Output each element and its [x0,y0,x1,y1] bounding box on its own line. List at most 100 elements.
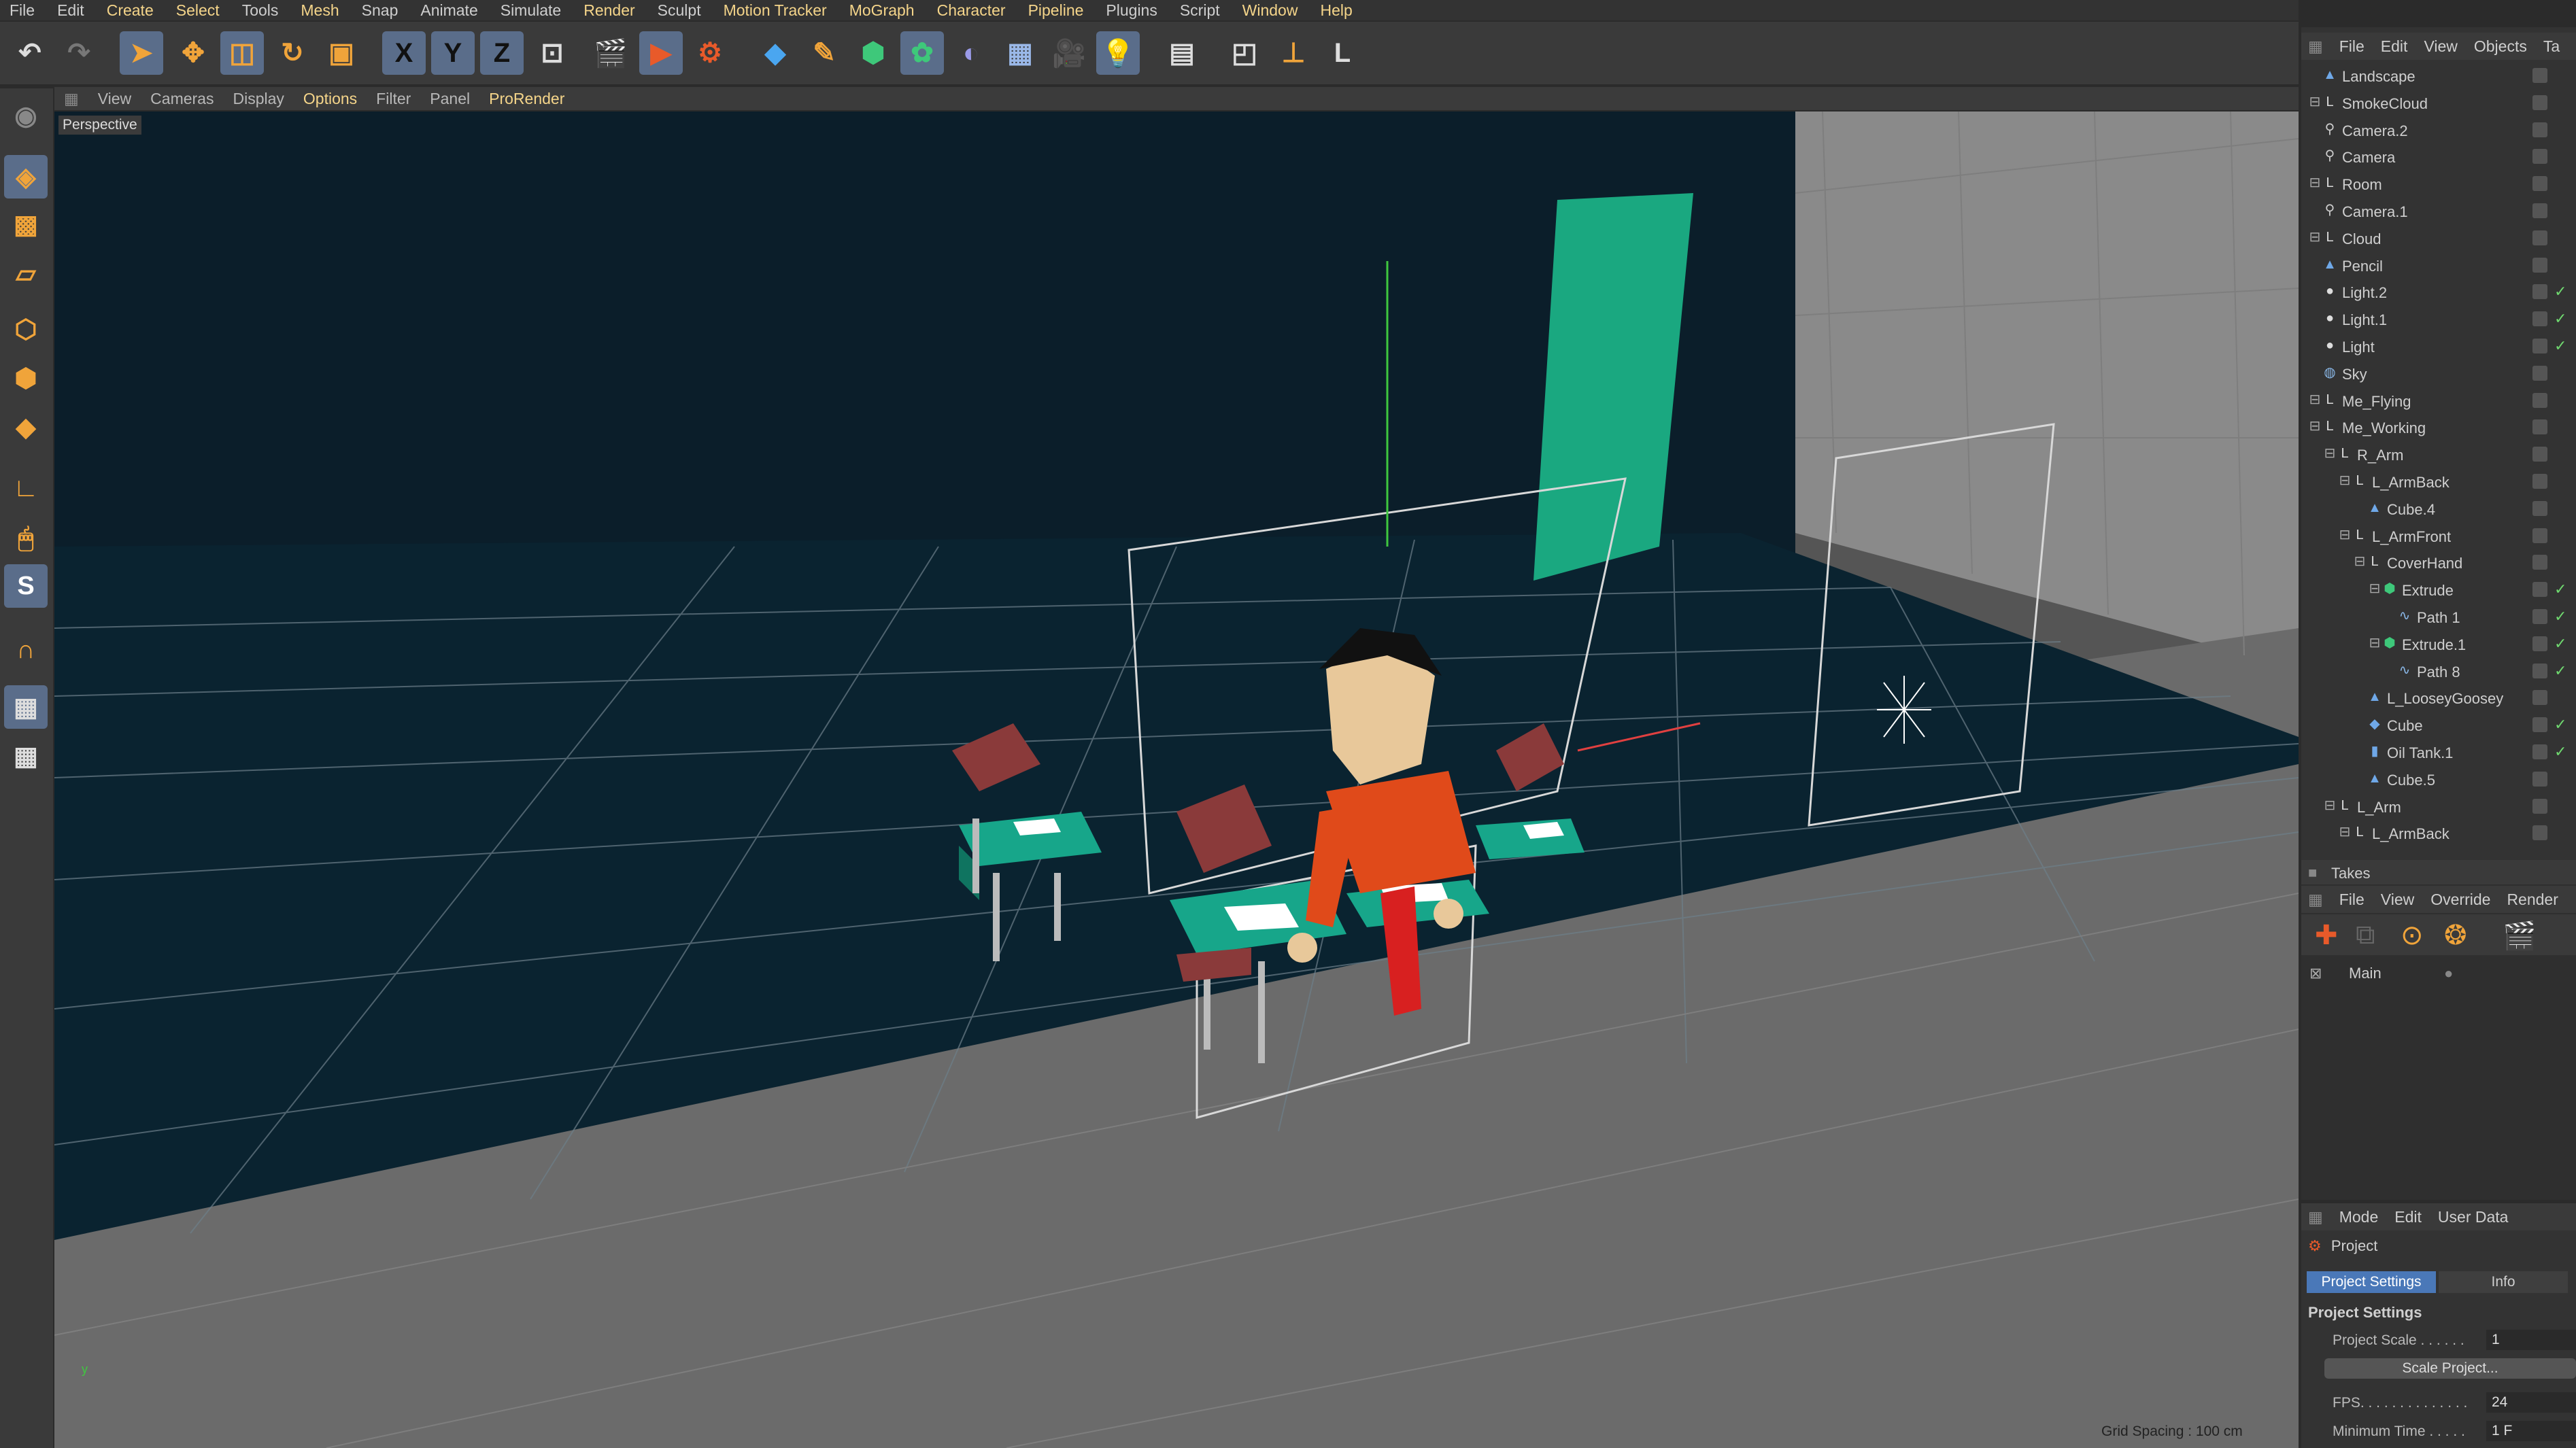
workplane-icon[interactable]: ◰ [1223,31,1266,75]
menu-simulate[interactable]: Simulate [491,1,574,20]
take-active-dot-icon[interactable]: ● [2444,965,2453,982]
pen-spline-icon[interactable]: ✎ [802,31,846,75]
takes-menu-view[interactable]: View [2374,891,2424,909]
viewport-menu-display[interactable]: Display [223,90,293,108]
tweak-mode-icon[interactable]: 🖱 [4,517,48,560]
object-row[interactable]: ⊟ ⬢ Extrude.1 ✓ [2301,631,2576,658]
expand-toggle-icon[interactable]: ⊟ [2307,175,2323,191]
enabled-check-icon[interactable]: ✓ [2554,635,2566,653]
expand-toggle-icon[interactable]: ⊟ [2367,635,2383,651]
visibility-toggle[interactable] [2532,500,2547,516]
takes-menu-override[interactable]: Override [2424,891,2500,909]
takes-menu-file[interactable]: File [2333,891,2374,909]
tab-project-settings[interactable]: Project Settings [2307,1271,2436,1293]
menu-select[interactable]: Select [167,1,233,20]
object-row[interactable]: ⚲ Camera.2 [2301,117,2576,144]
expand-toggle-icon[interactable]: ⊟ [2337,527,2353,543]
visibility-toggle[interactable] [2532,690,2547,706]
menu-sculpt[interactable]: Sculpt [648,1,714,20]
project-scale-field[interactable]: 1 [2486,1330,2576,1350]
attr-menu-mode[interactable]: Mode [2333,1208,2388,1226]
fps-field[interactable]: 24 [2486,1392,2576,1413]
menu-pipeline[interactable]: Pipeline [1019,1,1097,20]
lock-icon[interactable]: L [1321,31,1364,75]
enabled-check-icon[interactable]: ✓ [2554,337,2566,355]
enabled-check-icon[interactable]: ✓ [2554,743,2566,761]
object-row[interactable]: ▲ Landscape [2301,63,2576,90]
menu-mograph[interactable]: MoGraph [840,1,928,20]
om-menu-file[interactable]: File [2333,37,2374,56]
viewport-menu-view[interactable]: View [88,90,141,108]
expand-toggle-icon[interactable]: ⊟ [2307,392,2323,408]
om-menu-objects[interactable]: Objects [2467,37,2537,56]
menu-render[interactable]: Render [574,1,647,20]
rotate-icon[interactable]: ↻ [271,31,314,75]
visibility-toggle[interactable] [2532,474,2547,489]
visibility-toggle[interactable] [2532,284,2547,300]
visibility-toggle[interactable] [2532,149,2547,165]
object-row[interactable]: ∿ Path 8 ✓ [2301,658,2576,685]
viewport-menu-panel[interactable]: Panel [420,90,479,108]
viewport-menu-prorender[interactable]: ProRender [479,90,574,108]
solo-icon[interactable]: S [4,564,48,608]
object-row[interactable]: ⚲ Camera.1 [2301,198,2576,225]
visibility-toggle[interactable] [2532,203,2547,218]
enabled-check-icon[interactable]: ✓ [2554,662,2566,680]
expand-toggle-icon[interactable]: ⊟ [2322,797,2338,814]
expand-toggle-icon[interactable]: ⊟ [2337,472,2353,489]
visibility-toggle[interactable] [2532,419,2547,435]
polygons-mode-icon[interactable]: ◆ [4,405,48,449]
menu-create[interactable]: Create [97,1,167,20]
render-picture-viewer-icon[interactable]: ▶ [639,31,683,75]
object-row[interactable]: ● Light ✓ [2301,333,2576,360]
attr-menu-edit[interactable]: Edit [2388,1208,2431,1226]
move-icon[interactable]: ✥ [171,31,215,75]
light-icon[interactable]: 💡 [1096,31,1140,75]
edges-mode-icon[interactable]: ⬢ [4,356,48,400]
expand-toggle-icon[interactable]: ⊟ [2307,229,2323,245]
z-axis-icon[interactable]: Z [480,31,524,75]
object-row[interactable]: ⊟ L L_ArmBack [2301,468,2576,496]
recent-tool-icon[interactable]: ▣ [320,31,363,75]
object-row[interactable]: ▮ Oil Tank.1 ✓ [2301,739,2576,766]
menu-script[interactable]: Script [1170,1,1233,20]
enabled-check-icon[interactable]: ✓ [2554,608,2566,625]
scale-project-button[interactable]: Scale Project... [2324,1358,2576,1379]
override-group-icon[interactable]: ❂ [2444,920,2467,951]
coord-system-icon[interactable]: ⊡ [530,31,574,75]
object-row[interactable]: ● Light.1 ✓ [2301,306,2576,333]
visibility-toggle[interactable] [2532,744,2547,759]
object-row[interactable]: ⚲ Camera [2301,143,2576,171]
visibility-toggle[interactable] [2532,582,2547,598]
cloner-icon[interactable]: ✿ [900,31,944,75]
object-row[interactable]: ⊟ L Cloud [2301,225,2576,252]
render-view-icon[interactable]: 🎬 [589,31,632,75]
om-menu-edit[interactable]: Edit [2374,37,2418,56]
object-row[interactable]: ⊟ L Me_Flying [2301,387,2576,415]
object-row[interactable]: ∿ Path 1 ✓ [2301,604,2576,631]
object-row[interactable]: ⊟ L L_ArmFront [2301,523,2576,550]
visibility-toggle[interactable] [2532,609,2547,624]
render-take-icon[interactable]: 🎬 [2503,920,2537,952]
object-row[interactable]: ▲ Cube.4 [2301,496,2576,523]
visibility-toggle[interactable] [2532,122,2547,137]
enabled-check-icon[interactable]: ✓ [2554,283,2566,300]
redo-icon[interactable]: ↷ [57,31,101,75]
expand-toggle-icon[interactable]: ⊟ [2367,581,2383,597]
model-mode-icon[interactable]: ◈ [4,155,48,199]
om-menu-view[interactable]: View [2417,37,2467,56]
enabled-check-icon[interactable]: ✓ [2554,716,2566,734]
visibility-toggle[interactable] [2532,365,2547,381]
expand-toggle-icon[interactable]: ⊟ [2322,445,2338,462]
quantize-icon[interactable]: ▦ [4,734,48,778]
visibility-toggle[interactable] [2532,771,2547,787]
make-editable-icon[interactable]: ◉ [4,94,48,137]
viewport-menu-filter[interactable]: Filter [367,90,420,108]
texture-mode-icon[interactable]: ▩ [4,203,48,246]
irr-icon[interactable]: ▤ [1160,31,1204,75]
visibility-toggle[interactable] [2532,636,2547,651]
attr-menu-user-data[interactable]: User Data [2431,1208,2518,1226]
menu-character[interactable]: Character [928,1,1019,20]
object-row[interactable]: ● Light.2 ✓ [2301,279,2576,306]
visibility-toggle[interactable] [2532,311,2547,327]
